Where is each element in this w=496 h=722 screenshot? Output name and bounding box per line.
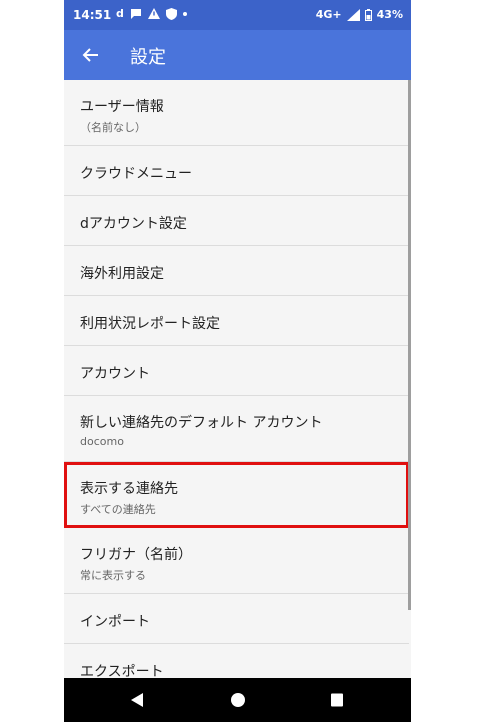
settings-item-label: ユーザー情報 <box>80 99 164 115</box>
settings-item-overseas[interactable]: 海外利用設定 <box>64 246 409 296</box>
settings-item-sub: docomo <box>80 435 124 448</box>
settings-item-import[interactable]: インポート <box>64 594 409 644</box>
status-bar: 14:51 d 4G+ 43% <box>64 0 411 30</box>
app-bar: 設定 <box>64 30 411 80</box>
dot-icon <box>182 11 187 16</box>
settings-item-contacts-to-display[interactable]: 表示する連絡先 すべての連絡先 <box>64 462 409 528</box>
settings-item-user-info[interactable]: ユーザー情報 （名前なし） <box>64 80 409 146</box>
settings-item-sub: すべての連絡先 <box>80 503 156 516</box>
scrollbar[interactable] <box>408 80 411 610</box>
back-arrow-icon[interactable] <box>78 42 104 68</box>
settings-item-account[interactable]: アカウント <box>64 346 409 396</box>
settings-item-default-account[interactable]: 新しい連絡先のデフォルト アカウント docomo <box>64 396 409 462</box>
page-title: 設定 <box>130 47 166 68</box>
nav-back-icon[interactable] <box>130 692 144 708</box>
settings-item-furigana[interactable]: フリガナ（名前） 常に表示する <box>64 528 409 594</box>
settings-item-sub: （名前なし） <box>80 121 146 134</box>
settings-item-usage-report[interactable]: 利用状況レポート設定 <box>64 296 409 346</box>
settings-item-label: クラウドメニュー <box>80 166 192 182</box>
settings-item-label: 表示する連絡先 <box>80 481 178 497</box>
nav-recent-apps-icon[interactable] <box>330 692 344 708</box>
settings-item-label: 新しい連絡先のデフォルト アカウント <box>80 415 323 431</box>
warning-icon <box>147 8 160 19</box>
notification-icons: d <box>116 7 187 20</box>
shield-icon <box>165 7 177 20</box>
phone-screen: 14:51 d 4G+ 43% 設定 ユーザー情報 （名前なし） クラウドメニュ… <box>64 0 411 722</box>
nav-home-icon[interactable] <box>230 692 246 708</box>
status-time: 14:51 <box>73 8 112 22</box>
settings-item-sub: 常に表示する <box>80 569 146 582</box>
settings-item-label: フリガナ（名前） <box>80 547 192 563</box>
signal-icon <box>346 8 360 21</box>
settings-item-label: dアカウント設定 <box>80 216 187 232</box>
settings-item-label: インポート <box>80 614 150 630</box>
settings-item-cloud-menu[interactable]: クラウドメニュー <box>64 146 409 196</box>
chat-icon <box>130 9 141 19</box>
docomo-d-icon: d <box>116 7 124 20</box>
settings-list: ユーザー情報 （名前なし） クラウドメニュー dアカウント設定 海外利用設定 利… <box>64 80 411 694</box>
status-right: 4G+ 43% <box>316 8 403 21</box>
settings-item-d-account[interactable]: dアカウント設定 <box>64 196 409 246</box>
network-type: 4G+ <box>315 8 342 21</box>
settings-item-label: 海外利用設定 <box>80 266 164 282</box>
settings-item-label: アカウント <box>80 366 150 382</box>
navigation-bar <box>64 678 411 722</box>
battery-icon <box>364 8 372 21</box>
settings-item-label: 利用状況レポート設定 <box>80 316 220 332</box>
battery-percent: 43% <box>376 8 403 21</box>
